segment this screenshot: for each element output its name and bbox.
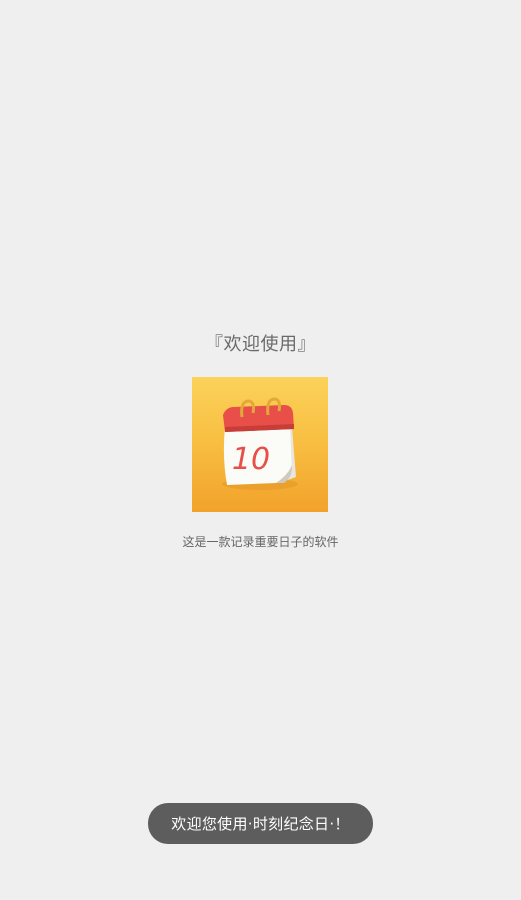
calendar-icon: 10	[222, 397, 298, 490]
welcome-screen: 『欢迎使用』 10 这是一款记录重要日子的软件 欢迎您使用·时刻纪念日·！	[0, 0, 521, 900]
welcome-subtitle: 这是一款记录重要日子的软件	[182, 535, 339, 549]
welcome-title: 『欢迎使用』	[205, 334, 316, 355]
app-logo: 10	[192, 377, 328, 512]
calendar-date-number: 10	[232, 442, 270, 477]
toast-message: 欢迎您使用·时刻纪念日·！	[148, 803, 373, 844]
